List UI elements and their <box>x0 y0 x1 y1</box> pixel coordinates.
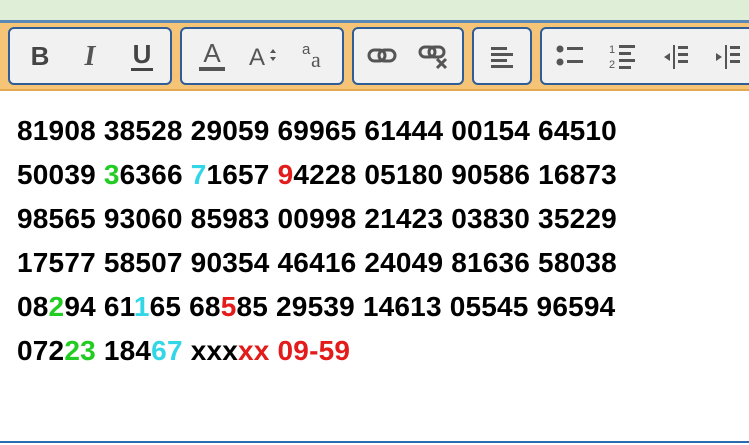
font-color-icon: A <box>199 38 225 71</box>
text-segment: xxx <box>182 335 239 366</box>
text-segment: 50039 <box>17 159 104 190</box>
text-line: 17577 58507 90354 46416 24049 81636 5803… <box>17 241 737 285</box>
text-segment: 67 <box>151 335 183 366</box>
text-line: 98565 93060 85983 00998 21423 03830 3522… <box>17 197 737 241</box>
text-line: 07223 18467 xxxxx 09-59 <box>17 329 737 373</box>
bulleted-list-button[interactable] <box>548 29 592 83</box>
italic-icon: I <box>84 41 97 71</box>
top-band <box>0 0 749 20</box>
indent-icon <box>716 45 740 69</box>
text-segment: 1657 <box>206 159 278 190</box>
text-segment: 85 29539 14613 05545 96594 <box>236 291 616 322</box>
numbered-list-button[interactable]: 1 2 <box>600 29 644 83</box>
text-segment: 23 <box>64 335 96 366</box>
font-size-button[interactable]: A <box>240 29 284 83</box>
unlink-button[interactable] <box>412 29 456 83</box>
text-segment: 1 <box>133 291 150 322</box>
link-icon <box>367 48 397 63</box>
bold-glyph: B <box>31 41 50 71</box>
bulleted-list-icon <box>556 45 583 66</box>
svg-text:2: 2 <box>609 59 615 71</box>
text-segment: 2 <box>48 291 65 322</box>
bold-button[interactable]: B <box>18 29 62 83</box>
text-segment: 7 <box>190 159 207 190</box>
text-segment: 184 <box>95 335 152 366</box>
indent-button[interactable] <box>706 29 749 83</box>
font-family-button[interactable]: a a <box>292 29 336 83</box>
underline-button[interactable]: U <box>120 29 164 83</box>
font-group: A A a a <box>180 27 344 85</box>
italic-button[interactable]: I <box>68 29 112 83</box>
italic-glyph: I <box>84 41 97 71</box>
svg-text:a: a <box>311 47 321 72</box>
font-color-button[interactable]: A <box>190 29 234 83</box>
bold-icon: B <box>31 41 50 71</box>
editor-content: 81908 38528 29059 69965 61444 00154 6451… <box>17 109 737 373</box>
link-group <box>352 27 464 85</box>
editor-toolbar: B I U A A a a 1 2 <box>0 23 749 91</box>
align-left-button[interactable] <box>480 29 524 83</box>
svg-text:a: a <box>302 41 311 58</box>
align-left-icon <box>491 47 513 68</box>
svg-text:1: 1 <box>609 44 615 56</box>
text-segment: 17577 58507 90354 46416 24049 81636 5803… <box>17 247 617 278</box>
underline-glyph: U <box>133 39 152 69</box>
text-line: 08294 61165 68585 29539 14613 05545 9659… <box>17 285 737 329</box>
lists-group: 1 2 <box>540 27 749 85</box>
text-segment: 3 <box>103 159 120 190</box>
editor-area[interactable]: 81908 38528 29059 69965 61444 00154 6451… <box>0 91 749 441</box>
align-group <box>472 27 532 85</box>
text-segment: 94 61 <box>64 291 134 322</box>
text-segment: 4228 05180 90586 16873 <box>293 159 617 190</box>
font-color-glyph: A <box>203 38 221 68</box>
text-segment: xx 09-59 <box>238 335 351 366</box>
unlink-icon <box>418 45 448 70</box>
text-segment: 9 <box>277 159 294 190</box>
text-line: 81908 38528 29059 69965 61444 00154 6451… <box>17 109 737 153</box>
editor-bottom-border <box>0 441 749 443</box>
text-segment: 6366 <box>119 159 191 190</box>
text-segment: 5 <box>220 291 237 322</box>
font-size-icon: A <box>249 44 276 71</box>
underline-icon: U <box>131 39 153 71</box>
outdent-button[interactable] <box>654 29 698 83</box>
text-segment: 072 <box>17 335 65 366</box>
font-family-icon: a a <box>302 41 321 72</box>
outdent-icon <box>664 45 688 69</box>
font-size-glyph: A <box>249 44 265 71</box>
numbered-list-icon: 1 2 <box>609 44 635 71</box>
text-segment: 08 <box>17 291 49 322</box>
link-button[interactable] <box>360 29 404 83</box>
text-segment: 98565 93060 85983 00998 21423 03830 3522… <box>17 203 617 234</box>
text-segment: 65 68 <box>149 291 221 322</box>
text-line: 50039 36366 71657 94228 05180 90586 1687… <box>17 153 737 197</box>
text-style-group: B I U <box>8 27 172 85</box>
text-segment: 81908 38528 29059 69965 61444 00154 6451… <box>17 115 617 146</box>
